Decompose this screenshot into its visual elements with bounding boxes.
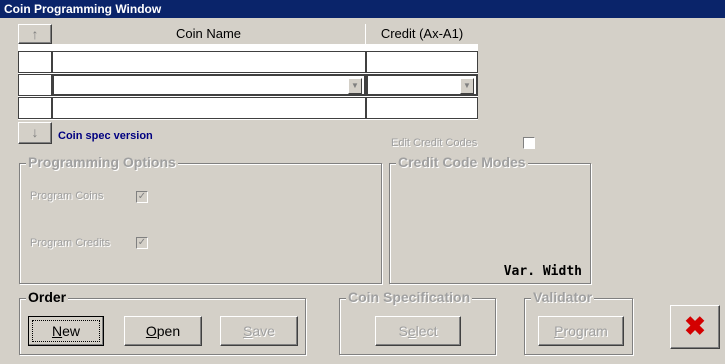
row-header-1[interactable] <box>18 51 52 73</box>
validator-title: Validator <box>531 289 595 305</box>
program-coins-label: Program Coins <box>30 190 104 202</box>
open-button[interactable]: Open <box>124 316 202 346</box>
program-credits-label: Program Credits <box>30 237 111 249</box>
credit-dropdown-button[interactable]: ▼ <box>460 78 474 94</box>
programming-options-group: Programming Options Program Coins ✓ Prog… <box>19 154 382 284</box>
save-button[interactable]: Save <box>220 316 298 346</box>
coin-spec-version-label: Coin spec version <box>58 130 153 142</box>
credit-header: Credit (Ax-A1) <box>366 24 478 44</box>
order-title: Order <box>26 289 69 305</box>
order-group: Order New Open Save <box>19 289 306 355</box>
coin-name-cell-1[interactable] <box>52 51 366 73</box>
row-header-2[interactable] <box>18 74 52 96</box>
coin-grid: ↑ Coin Name Credit (Ax-A1) ▼ ▼ <box>18 24 478 120</box>
coin-name-cell-3[interactable] <box>52 97 366 119</box>
close-button[interactable]: ✖ <box>670 305 720 349</box>
chevron-down-icon: ▼ <box>463 81 471 90</box>
arrow-down-icon: ↓ <box>31 124 39 140</box>
coin-name-dropdown-button[interactable]: ▼ <box>348 78 362 94</box>
save-label-mnemonic: S <box>243 323 253 339</box>
check-icon: ✓ <box>137 191 147 202</box>
credit-code-modes-title: Credit Code Modes <box>396 154 528 170</box>
open-label-rest: pen <box>156 323 181 339</box>
credit-cell-3[interactable] <box>366 97 478 119</box>
credit-code-modes-group: Credit Code Modes Var. Width <box>389 154 591 284</box>
row-header-3[interactable] <box>18 97 52 119</box>
select-label-prefix: S <box>398 323 408 339</box>
check-icon: ✓ <box>137 237 147 248</box>
credit-cell-2[interactable]: ▼ <box>366 74 478 96</box>
arrow-up-icon: ↑ <box>31 26 39 42</box>
credit-code-mode-value: Var. Width <box>503 264 582 279</box>
programming-options-title: Programming Options <box>26 154 178 170</box>
new-label-mnemonic: N <box>51 323 63 339</box>
new-button[interactable]: New <box>28 316 104 346</box>
select-label-mnemonic: e <box>407 323 416 339</box>
save-label-rest: ave <box>252 323 275 339</box>
scroll-up-button[interactable]: ↑ <box>18 24 52 44</box>
edit-credit-codes-label: Edit Credit Codes <box>391 137 478 149</box>
window-title: Coin Programming Window <box>0 0 725 18</box>
coin-name-header: Coin Name <box>52 24 365 44</box>
program-coins-checkbox[interactable]: ✓ <box>136 191 148 203</box>
validator-group: Validator Program <box>524 289 633 355</box>
program-label-rest: rogram <box>563 323 608 339</box>
program-button[interactable]: Program <box>538 316 624 346</box>
coin-specification-group: Coin Specification Select <box>339 289 496 355</box>
open-label-mnemonic: O <box>145 323 157 339</box>
coin-specification-title: Coin Specification <box>346 289 473 305</box>
scroll-down-button[interactable]: ↓ <box>18 122 52 144</box>
chevron-down-icon: ▼ <box>351 81 359 90</box>
program-credits-checkbox[interactable]: ✓ <box>136 237 148 249</box>
edit-credit-codes-checkbox[interactable] <box>523 137 535 149</box>
coin-name-cell-2[interactable]: ▼ <box>52 74 366 96</box>
new-label-rest: ew <box>62 323 81 339</box>
select-label-rest: lect <box>415 323 438 339</box>
credit-cell-1[interactable] <box>366 51 478 73</box>
close-icon: ✖ <box>684 311 706 341</box>
select-button[interactable]: Select <box>375 316 461 346</box>
